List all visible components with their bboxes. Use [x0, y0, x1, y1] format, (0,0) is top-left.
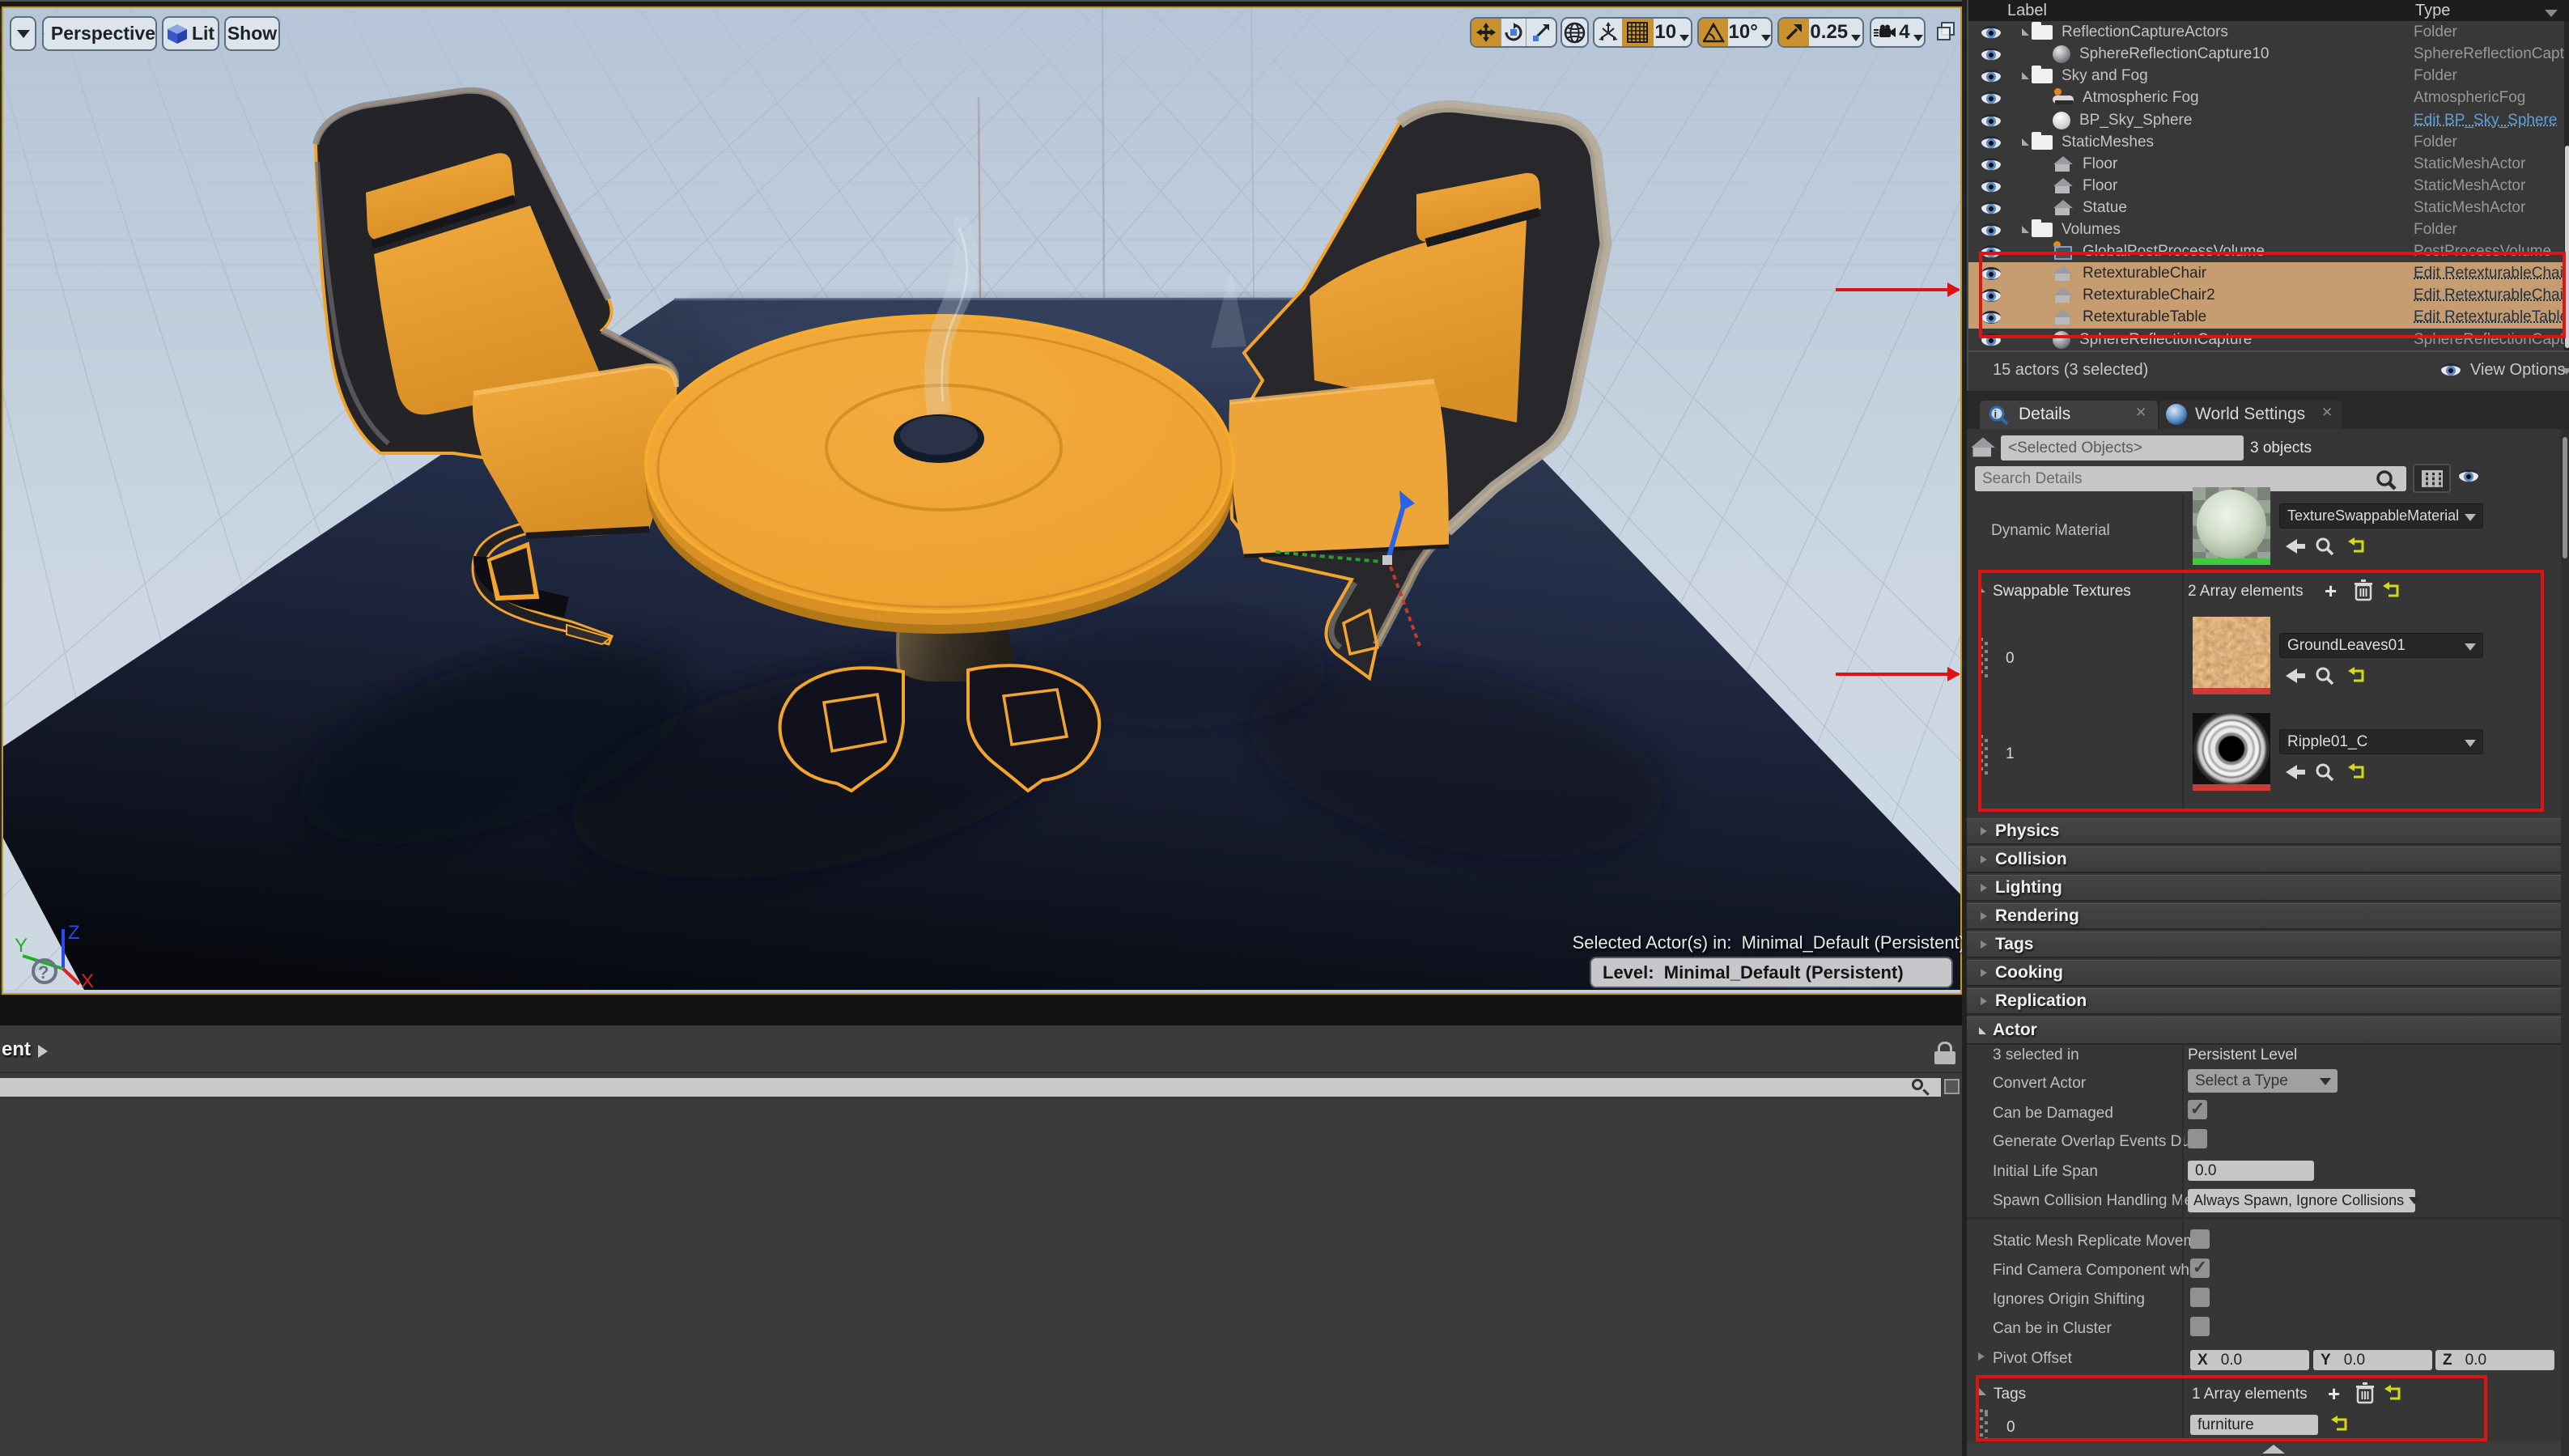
svg-text:?: ?	[38, 962, 49, 983]
svg-text:X: X	[81, 970, 94, 992]
svg-text:i: i	[1994, 408, 1998, 420]
svg-text:Y: Y	[15, 935, 28, 957]
svg-text:Z: Z	[68, 922, 80, 944]
